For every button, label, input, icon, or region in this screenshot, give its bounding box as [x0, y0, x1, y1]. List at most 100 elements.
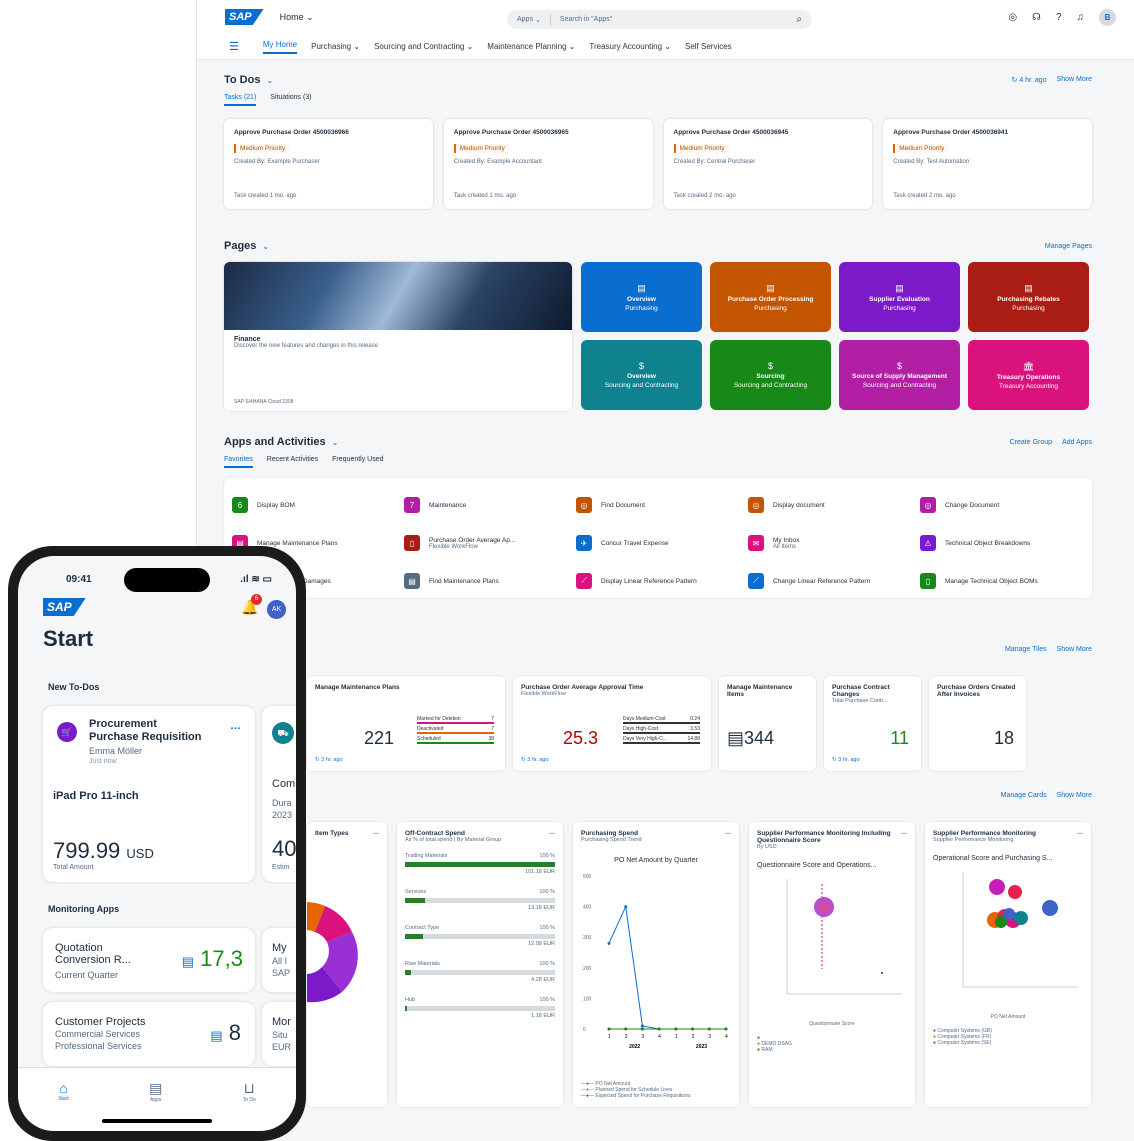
customer-projects-tile[interactable]: Customer Projects Commercial Services Pr… [43, 1002, 255, 1066]
page-tile[interactable]: $ Source of Supply Management Sourcing and… [839, 340, 960, 410]
home-menu[interactable]: Home ⌄ [280, 12, 314, 23]
tab-start[interactable]: ⌂ Start [58, 1080, 69, 1131]
page-tile[interactable]: ▤ Overview Purchasing [581, 262, 702, 332]
more-icon[interactable]: … [549, 830, 555, 836]
tile-peek[interactable]: Mor Situ EUR [262, 1002, 296, 1066]
spend-row[interactable]: Raw Materials 100 % 4.28 EUR [405, 961, 555, 983]
app-item[interactable]: ⟋ Change Linear Reference Pattern [748, 562, 912, 600]
supplier-performance-card[interactable]: Supplier Performance Monitoring Includin… [749, 822, 915, 1107]
page-title: Start [43, 626, 94, 651]
nav-maintenance[interactable]: Maintenance Planning ⌄ [487, 42, 575, 51]
tab-situations[interactable]: Situations (3) [270, 94, 311, 106]
menu-icon[interactable]: ☰ [229, 40, 239, 53]
task-card[interactable]: Approve Purchase Order 4500036945 Medium … [663, 119, 873, 209]
app-item[interactable]: 7 Maintenance [404, 486, 568, 524]
more-icon[interactable]: … [1077, 830, 1083, 836]
kpi-tile[interactable]: Manage Maintenance Items ▤344 [719, 676, 816, 771]
chevron-down-icon[interactable]: ⌄ [332, 438, 339, 447]
manage-cards-link[interactable]: Manage Cards [1001, 792, 1047, 799]
manage-tiles-link[interactable]: Manage Tiles [1005, 646, 1047, 653]
refresh-link[interactable]: ↻ 4 hr. ago [1012, 76, 1047, 84]
supplier-performance-card-2[interactable]: Supplier Performance Monitoring Supplier … [925, 822, 1091, 1107]
add-apps-link[interactable]: Add Apps [1062, 439, 1092, 446]
app-item[interactable]: ◎ Display document [748, 486, 912, 524]
donut-card[interactable]: Item Types… [307, 822, 387, 1107]
app-item[interactable]: ⚠ Technical Object Breakdowns [920, 524, 1084, 562]
bell-icon[interactable]: ♫ [1077, 12, 1085, 23]
page-tile[interactable]: $ Overview Sourcing and Contracting [581, 340, 702, 410]
search-field[interactable]: Apps ⌄ Search in "Apps" ⌕ [507, 10, 812, 29]
row-percent: 100 % [539, 925, 555, 931]
app-item[interactable]: ▤ Find Maintenance Plans [404, 562, 568, 600]
show-more-cards[interactable]: Show More [1057, 792, 1092, 799]
app-item[interactable]: ✉ My Inbox All Items [748, 524, 912, 562]
search-placeholder: Search in "Apps" [559, 16, 613, 23]
tile-subtitle: Commercial Services [55, 1029, 141, 1039]
news-card[interactable]: Finance Discover the new features and cha… [224, 262, 572, 411]
show-more-link[interactable]: Show More [1057, 76, 1092, 84]
spend-row[interactable]: Trading Materials 100 % 101.18 EUR [405, 853, 555, 875]
app-item[interactable]: ⟋ Display Linear Reference Pattern [576, 562, 740, 600]
page-tile[interactable]: ▤ Purchasing Rebates Purchasing [968, 262, 1089, 332]
user-avatar[interactable]: B [1099, 8, 1116, 26]
more-icon[interactable]: … [901, 830, 907, 836]
copilot-icon[interactable]: ◎ [1008, 12, 1017, 23]
search-scope[interactable]: Apps [517, 16, 533, 23]
create-group-link[interactable]: Create Group [1010, 439, 1052, 446]
app-item[interactable]: ◎ Find Document [576, 486, 740, 524]
kpi-tile[interactable]: Purchase Order Average Approval Time Flex… [513, 676, 711, 771]
nav-self-services[interactable]: Self Services [685, 42, 732, 51]
card-title-2: Purchase Requisition [89, 731, 202, 743]
more-icon[interactable]: … [725, 830, 731, 836]
kpi-tile[interactable]: Manage Maintenance Plans 221 Marked for … [307, 676, 505, 771]
tab-recent[interactable]: Recent Activities [267, 456, 318, 468]
purchasing-spend-card[interactable]: Purchasing Spend Purchasing Spend Trend …… [573, 822, 739, 1107]
page-tile[interactable]: ▤ Purchase Order Processing Purchasing [710, 262, 831, 332]
manage-pages-link[interactable]: Manage Pages [1045, 243, 1092, 250]
sap-logo[interactable]: SAP [225, 9, 264, 25]
kpi-tile[interactable]: Purchase Orders Created After Invoices 1… [929, 676, 1026, 771]
tab-frequent[interactable]: Frequently Used [332, 456, 383, 468]
todo-card-peek[interactable]: ⛟ Com Dura 2023 40 Estim [262, 706, 296, 882]
app-icon: 6 [232, 497, 248, 513]
spend-row[interactable]: Services 100 % 13.18 EUR [405, 889, 555, 911]
headset-icon[interactable]: ☊ [1032, 12, 1041, 23]
app-icon: ⟋ [576, 573, 592, 589]
todo-card[interactable]: 🛒 Procurement Purchase Requisition … Emma… [43, 706, 255, 882]
page-tile[interactable]: ▤ Supplier Evaluation Purchasing [839, 262, 960, 332]
task-card[interactable]: Approve Purchase Order 4500036966 Medium … [224, 119, 433, 209]
show-more-tiles[interactable]: Show More [1057, 646, 1092, 653]
x-tick-label: 4 [658, 1034, 661, 1040]
app-item[interactable]: ◎ Change Document [920, 486, 1084, 524]
app-item[interactable]: ▯ Purchase Order Average Ap... Flexible Wo… [404, 524, 568, 562]
nav-purchasing[interactable]: Purchasing ⌄ [311, 42, 360, 51]
task-card[interactable]: Approve Purchase Order 4500036965 Medium … [443, 119, 653, 209]
quotation-tile[interactable]: Quotation Conversion R... Current Quarte… [43, 928, 255, 992]
more-icon[interactable]: … [373, 830, 379, 836]
app-item[interactable]: ▯ Manage Technical Object BOMs [920, 562, 1084, 600]
chevron-down-icon[interactable]: ⌄ [262, 242, 269, 251]
page-tile[interactable]: $ Sourcing Sourcing and Contracting [710, 340, 831, 410]
app-item[interactable]: ✈ Concur Travel Expense [576, 524, 740, 562]
help-icon[interactable]: ? [1056, 12, 1062, 23]
tab-favorites[interactable]: Favorites [224, 456, 253, 468]
kpi-tile[interactable]: Purchase Contract Changes Total Purchase … [824, 676, 921, 771]
avatar[interactable]: AK [267, 600, 286, 619]
spend-row[interactable]: Hub 100 % 1.18 EUR [405, 997, 555, 1019]
search-icon[interactable]: ⌕ [796, 14, 802, 25]
tile-peek[interactable]: My All I SAP [262, 928, 296, 992]
task-creator: Created By: Example Purchaser [234, 159, 320, 165]
chevron-down-icon[interactable]: ⌄ [266, 76, 273, 85]
tab-todo[interactable]: ⊔ To Do [243, 1080, 256, 1131]
nav-treasury[interactable]: Treasury Accounting ⌄ [589, 42, 671, 51]
off-contract-card[interactable]: Off-Contract Spend As % of total spend | … [397, 822, 563, 1107]
page-tile[interactable]: 🏛 Treasury Operations Treasury Accounting [968, 340, 1089, 410]
task-card[interactable]: Approve Purchase Order 4500036941 Medium … [883, 119, 1092, 209]
tab-apps[interactable]: ▤ Apps [149, 1080, 162, 1131]
more-icon[interactable]: … [230, 720, 241, 732]
tab-tasks[interactable]: Tasks (21) [224, 94, 257, 106]
nav-my-home[interactable]: My Home [262, 40, 298, 54]
nav-sourcing[interactable]: Sourcing and Contracting ⌄ [374, 42, 473, 51]
spend-row[interactable]: Contract Type 100 % 12.08 EUR [405, 925, 555, 947]
app-item[interactable]: 6 Display BOM [232, 486, 396, 524]
